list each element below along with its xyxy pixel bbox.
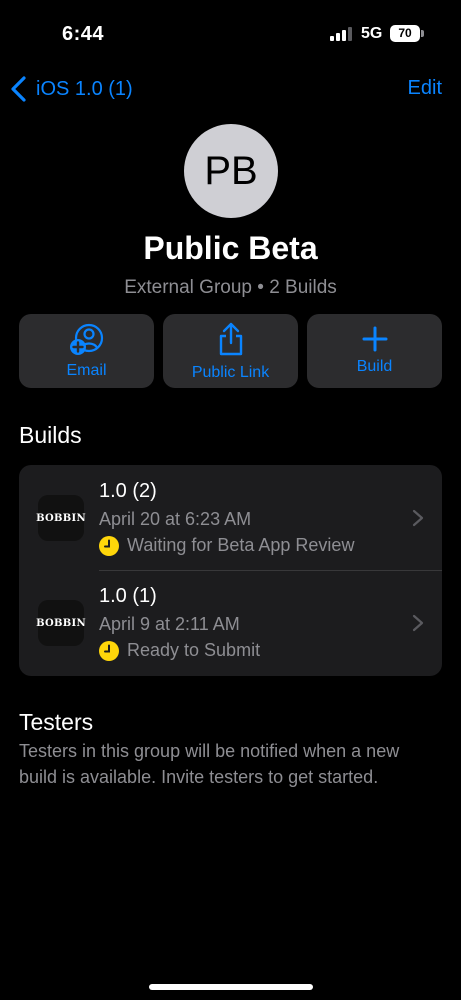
add-build-button-label: Build [356, 358, 393, 375]
group-avatar: PB [184, 124, 278, 218]
network-type: 5G [361, 25, 383, 42]
plus-icon [362, 326, 387, 352]
edit-button[interactable]: Edit [408, 77, 442, 100]
battery-icon: 70 [390, 25, 420, 42]
app-icon: BOBBIN [36, 600, 86, 646]
group-subtitle: External Group • 2 Builds [124, 277, 337, 298]
chevron-left-icon [11, 76, 26, 102]
status-bar: 6:44 5G 70 [0, 0, 461, 60]
battery-tip [421, 30, 424, 37]
build-status: Ready to Submit [99, 640, 260, 661]
status-time: 6:44 [62, 23, 105, 45]
build-date: April 9 at 2:11 AM [99, 614, 240, 634]
share-icon [219, 322, 242, 356]
app-icon: BOBBIN [36, 495, 86, 541]
chevron-right-icon [412, 509, 424, 527]
email-button-label: Email [66, 362, 107, 379]
add-build-button[interactable]: Build [307, 314, 442, 388]
builds-list: BOBBIN 1.0 (2) April 20 at 6:23 AM Waiti… [19, 465, 442, 676]
add-person-icon [69, 323, 103, 355]
back-button-label: iOS 1.0 (1) [36, 77, 133, 100]
build-row[interactable]: BOBBIN 1.0 (1) April 9 at 2:11 AM Ready … [19, 570, 442, 675]
email-button[interactable]: Email [19, 314, 154, 388]
back-button[interactable]: iOS 1.0 (1) [10, 74, 133, 104]
chevron-right-icon [412, 614, 424, 632]
build-date: April 20 at 6:23 AM [99, 509, 252, 529]
build-status: Waiting for Beta App Review [99, 535, 354, 556]
build-status-text: Ready to Submit [127, 640, 261, 660]
testers-description: Testers in this group will be notified w… [19, 741, 400, 787]
screen: 6:44 5G 70 iOS 1.0 (1) Edit PB Public Be… [0, 0, 461, 1000]
build-version: 1.0 (2) [99, 480, 157, 502]
public-link-button[interactable]: Public Link [163, 314, 298, 388]
clock-icon [99, 640, 119, 661]
build-version: 1.0 (1) [99, 585, 157, 607]
home-indicator [149, 984, 313, 990]
public-link-button-label: Public Link [191, 364, 270, 381]
group-title: Public Beta [143, 230, 318, 266]
testers-section-title: Testers [19, 709, 94, 735]
clock-icon [99, 535, 119, 556]
build-status-text: Waiting for Beta App Review [127, 535, 355, 555]
builds-section-title: Builds [19, 422, 82, 448]
cellular-signal-icon [330, 27, 352, 41]
build-row[interactable]: BOBBIN 1.0 (2) April 20 at 6:23 AM Waiti… [19, 465, 442, 571]
